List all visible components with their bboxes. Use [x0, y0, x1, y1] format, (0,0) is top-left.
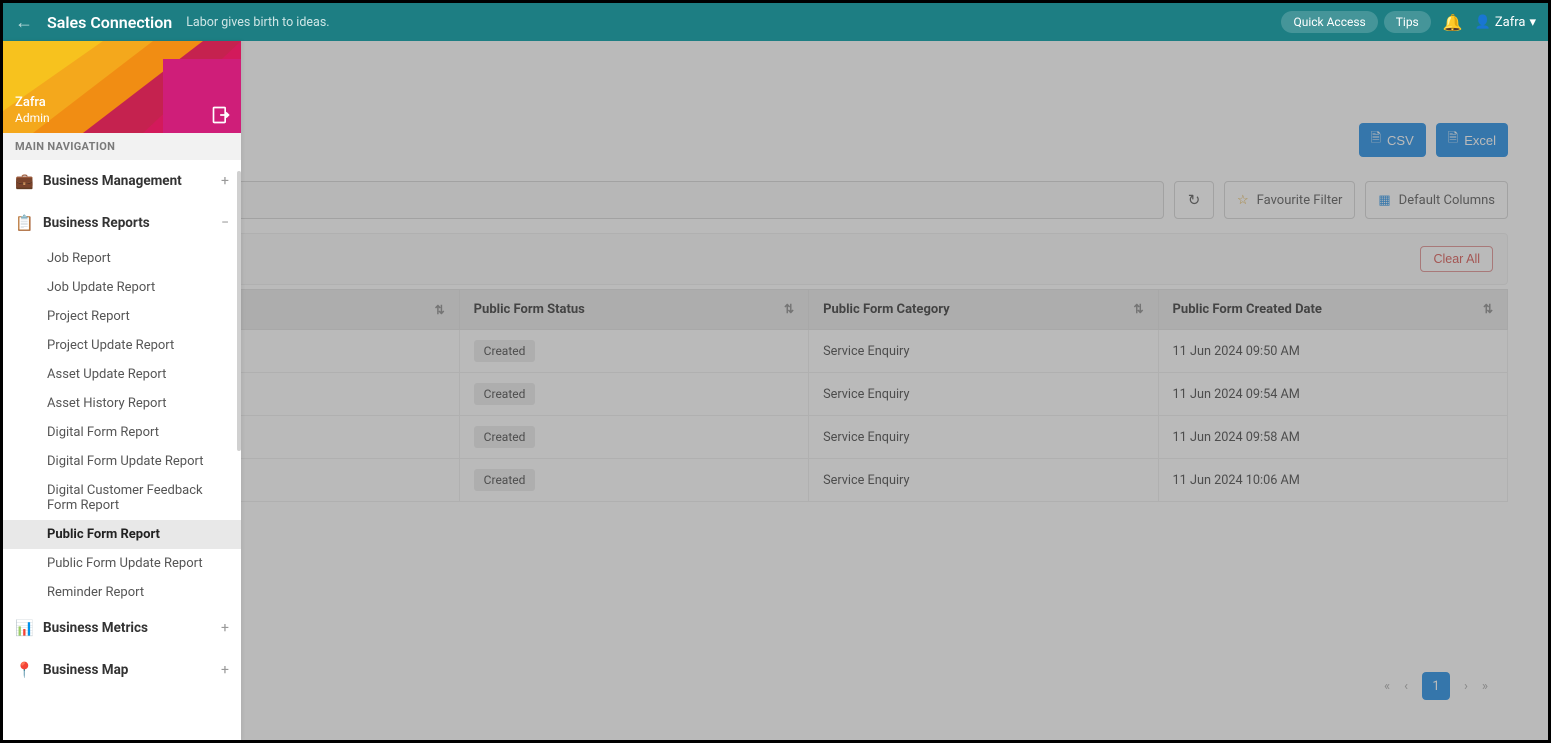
app-brand: Sales Connection — [47, 13, 172, 32]
nav-group-label: Business Metrics — [43, 620, 148, 636]
columns-icon: ▦ — [1378, 193, 1390, 208]
cell-date: 11 Jun 2024 09:50 AM — [1158, 330, 1507, 373]
cell-date: 11 Jun 2024 09:54 AM — [1158, 373, 1507, 416]
export-csv-button[interactable]: 🗎 CSV — [1359, 123, 1426, 157]
nav-group-business-management[interactable]: 💼 Business Management + — [3, 160, 241, 202]
nav-item-digital-form-update-report[interactable]: Digital Form Update Report — [3, 447, 241, 476]
plus-icon: + — [221, 620, 229, 636]
export-excel-label: Excel — [1464, 133, 1496, 148]
nav-item-project-report[interactable]: Project Report — [3, 302, 241, 331]
page-last-button[interactable]: » — [1482, 679, 1488, 694]
nav-item-job-update-report[interactable]: Job Update Report — [3, 273, 241, 302]
bar-chart-icon: 📊 — [15, 619, 33, 637]
nav-item-public-form-report[interactable]: Public Form Report — [3, 520, 241, 549]
nav-group-business-metrics[interactable]: 📊 Business Metrics + — [3, 607, 241, 649]
file-icon: 🗎 — [1371, 129, 1381, 151]
nav-scroll[interactable]: 💼 Business Management + 📋 Business Reports − J… — [3, 160, 241, 737]
col-header-category[interactable]: Public Form Category ⇅ — [809, 290, 1158, 330]
default-columns-label: Default Columns — [1399, 193, 1495, 208]
nav-item-job-report[interactable]: Job Report — [3, 244, 241, 273]
sidebar-user-role: Admin — [15, 111, 50, 125]
nav-group-label: Business Map — [43, 662, 128, 678]
sidebar-header: Zafra Admin — [3, 41, 241, 133]
sort-icon: ⇅ — [784, 302, 794, 316]
table-row[interactable]: Created Service Enquiry11 Jun 2024 09:54 … — [52, 373, 1508, 416]
table-row[interactable]: Created Service Enquiry11 Jun 2024 09:58 … — [52, 416, 1508, 459]
user-name: Zafra — [1495, 15, 1526, 30]
sidebar-user-name: Zafra — [15, 95, 50, 111]
cell-category: Service Enquiry — [809, 330, 1158, 373]
status-badge: Created — [474, 426, 536, 448]
nav-item-digital-form-report[interactable]: Digital Form Report — [3, 418, 241, 447]
refresh-button[interactable]: ↻ — [1174, 181, 1214, 219]
tagline: Labor gives birth to ideas. — [186, 15, 329, 30]
report-table: ⇅ Public Form Status ⇅ Public Form Categ… — [51, 289, 1508, 502]
back-icon[interactable]: ← — [15, 12, 33, 33]
nav-group-label: Business Management — [43, 173, 182, 189]
nav-item-project-update-report[interactable]: Project Update Report — [3, 331, 241, 360]
logout-icon[interactable] — [211, 105, 231, 125]
briefcase-icon: 💼 — [15, 172, 33, 190]
cell-date: 11 Jun 2024 09:58 AM — [1158, 416, 1507, 459]
nav-group-business-map[interactable]: 📍 Business Map + — [3, 649, 241, 691]
plus-icon: + — [221, 173, 229, 189]
clipboard-icon: 📋 — [15, 214, 33, 232]
cell-category: Service Enquiry — [809, 416, 1158, 459]
status-badge: Created — [474, 383, 536, 405]
col-header-status[interactable]: Public Form Status ⇅ — [459, 290, 808, 330]
cell-date: 11 Jun 2024 10:06 AM — [1158, 459, 1507, 502]
plus-icon: + — [221, 662, 229, 678]
favourite-filter-button[interactable]: ☆ Favourite Filter — [1224, 181, 1355, 219]
user-menu[interactable]: 👤 Zafra ▾ — [1475, 15, 1536, 30]
default-columns-button[interactable]: ▦ Default Columns — [1365, 181, 1508, 219]
quick-access-button[interactable]: Quick Access — [1281, 11, 1377, 33]
chevron-down-icon: ▾ — [1529, 15, 1536, 30]
page-first-button[interactable]: « — [1384, 679, 1390, 694]
file-icon: 🗎 — [1448, 129, 1458, 151]
table-row[interactable]: Created Service Enquiry11 Jun 2024 10:06 … — [52, 459, 1508, 502]
status-badge: Created — [474, 340, 536, 362]
export-csv-label: CSV — [1387, 133, 1414, 148]
export-excel-button[interactable]: 🗎 Excel — [1436, 123, 1508, 157]
sort-icon: ⇅ — [1483, 302, 1493, 316]
page-next-button[interactable]: › — [1464, 679, 1468, 694]
tips-button[interactable]: Tips — [1384, 11, 1431, 33]
scrollbar-indicator — [237, 171, 241, 451]
sidebar: Zafra Admin MAIN NAVIGATION 💼 Business Ma… — [3, 41, 241, 740]
nav-item-reminder-report[interactable]: Reminder Report — [3, 578, 241, 607]
map-pin-icon: 📍 — [15, 661, 33, 679]
bell-icon[interactable]: 🔔 — [1443, 13, 1463, 32]
pagination: « ‹ 1 › » — [1384, 672, 1488, 700]
filter-chip-bar: ✕ Clear All — [51, 233, 1508, 285]
user-icon: 👤 — [1475, 15, 1491, 30]
refresh-icon: ↻ — [1188, 191, 1201, 209]
top-bar: ← Sales Connection Labor gives birth to … — [3, 3, 1548, 41]
clear-all-button[interactable]: Clear All — [1420, 246, 1493, 272]
cell-category: Service Enquiry — [809, 373, 1158, 416]
sort-icon: ⇅ — [435, 303, 445, 317]
nav-group-business-reports[interactable]: 📋 Business Reports − — [3, 202, 241, 244]
nav-item-asset-update-report[interactable]: Asset Update Report — [3, 360, 241, 389]
page-prev-button[interactable]: ‹ — [1404, 679, 1408, 694]
nav-item-asset-history-report[interactable]: Asset History Report — [3, 389, 241, 418]
nav-group-label: Business Reports — [43, 215, 150, 231]
page-current[interactable]: 1 — [1422, 672, 1450, 700]
table-row[interactable]: Created Service Enquiry11 Jun 2024 09:50 … — [52, 330, 1508, 373]
sort-icon: ⇅ — [1133, 302, 1143, 316]
minus-icon: − — [221, 215, 229, 231]
status-badge: Created — [474, 469, 536, 491]
nav-title: MAIN NAVIGATION — [3, 133, 241, 160]
favourite-filter-label: Favourite Filter — [1257, 193, 1343, 208]
cell-category: Service Enquiry — [809, 459, 1158, 502]
nav-item-public-form-update-report[interactable]: Public Form Update Report — [3, 549, 241, 578]
col-header-date[interactable]: Public Form Created Date ⇅ — [1158, 290, 1507, 330]
star-icon: ☆ — [1237, 193, 1249, 208]
nav-item-digital-customer-feedback-form-report[interactable]: Digital Customer Feedback Form Report — [3, 476, 241, 520]
